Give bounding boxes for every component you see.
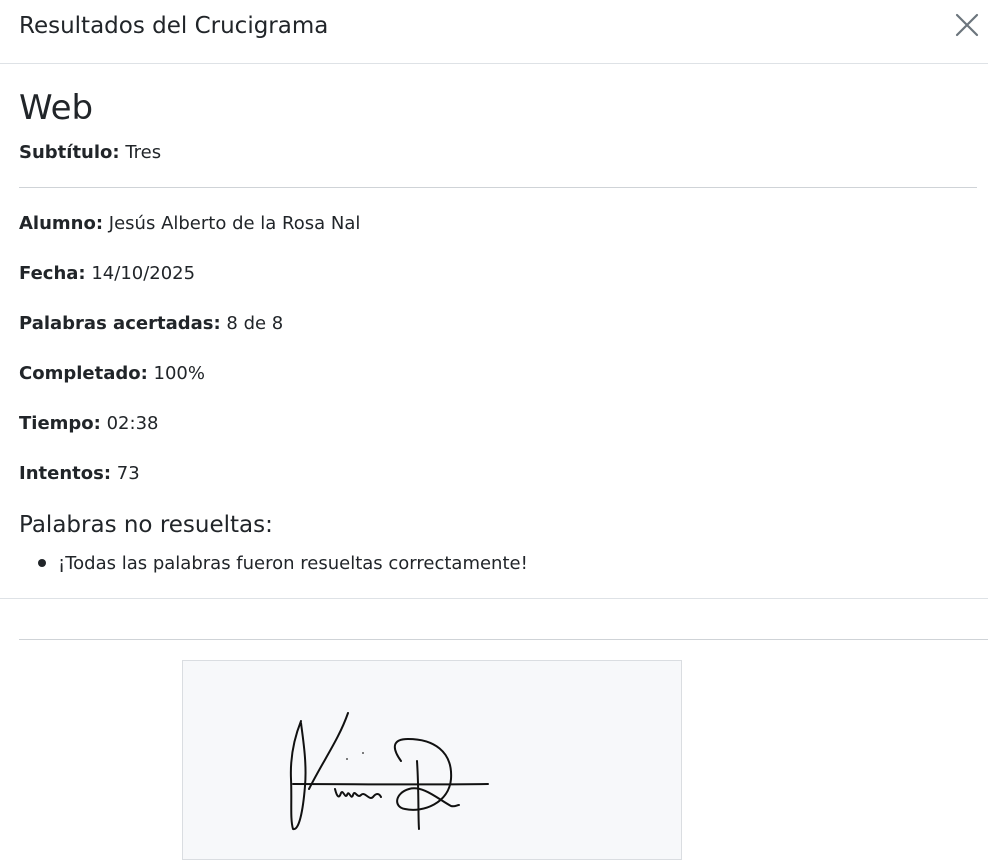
detail-label: Tiempo:: [19, 413, 101, 434]
detail-time: Tiempo: 02:38: [19, 412, 158, 436]
signature-drawing: [289, 712, 489, 830]
detail-words-correct: Palabras acertadas: 8 de 8: [19, 312, 283, 336]
detail-value: 14/10/2025: [91, 263, 196, 284]
list-item: ¡Todas las palabras fueron resueltas cor…: [58, 553, 528, 574]
detail-label: Alumno:: [19, 213, 104, 234]
detail-attempts: Intentos: 73: [19, 462, 140, 486]
close-icon: [955, 13, 979, 37]
detail-label: Palabras acertadas:: [19, 313, 221, 334]
divider: [19, 187, 977, 188]
modal-header: Resultados del Crucigrama: [0, 0, 988, 64]
subtitle-line: Subtítulo: Tres: [19, 141, 161, 165]
signature-image: [182, 660, 682, 860]
subtitle-label: Subtítulo:: [19, 142, 120, 163]
list-bullet: [38, 559, 46, 567]
detail-value: 100%: [153, 363, 205, 384]
modal-title: Resultados del Crucigrama: [19, 13, 329, 39]
subtitle-value: Tres: [125, 142, 162, 163]
detail-date: Fecha: 14/10/2025: [19, 262, 195, 286]
detail-label: Completado:: [19, 363, 148, 384]
signature-divider: [19, 639, 988, 640]
crossword-title: Web: [19, 88, 94, 128]
detail-label: Fecha:: [19, 263, 86, 284]
detail-value: 73: [116, 463, 140, 484]
detail-label: Intentos:: [19, 463, 112, 484]
unsolved-words-title: Palabras no resueltas:: [19, 512, 273, 538]
close-button[interactable]: [952, 10, 982, 40]
detail-student: Alumno: Jesús Alberto de la Rosa Nal: [19, 212, 360, 236]
modal-footer-divider: [0, 598, 988, 599]
detail-value: 8 de 8: [226, 313, 284, 334]
detail-value: Jesús Alberto de la Rosa Nal: [108, 213, 361, 234]
detail-completed: Completado: 100%: [19, 362, 205, 386]
detail-value: 02:38: [106, 413, 159, 434]
